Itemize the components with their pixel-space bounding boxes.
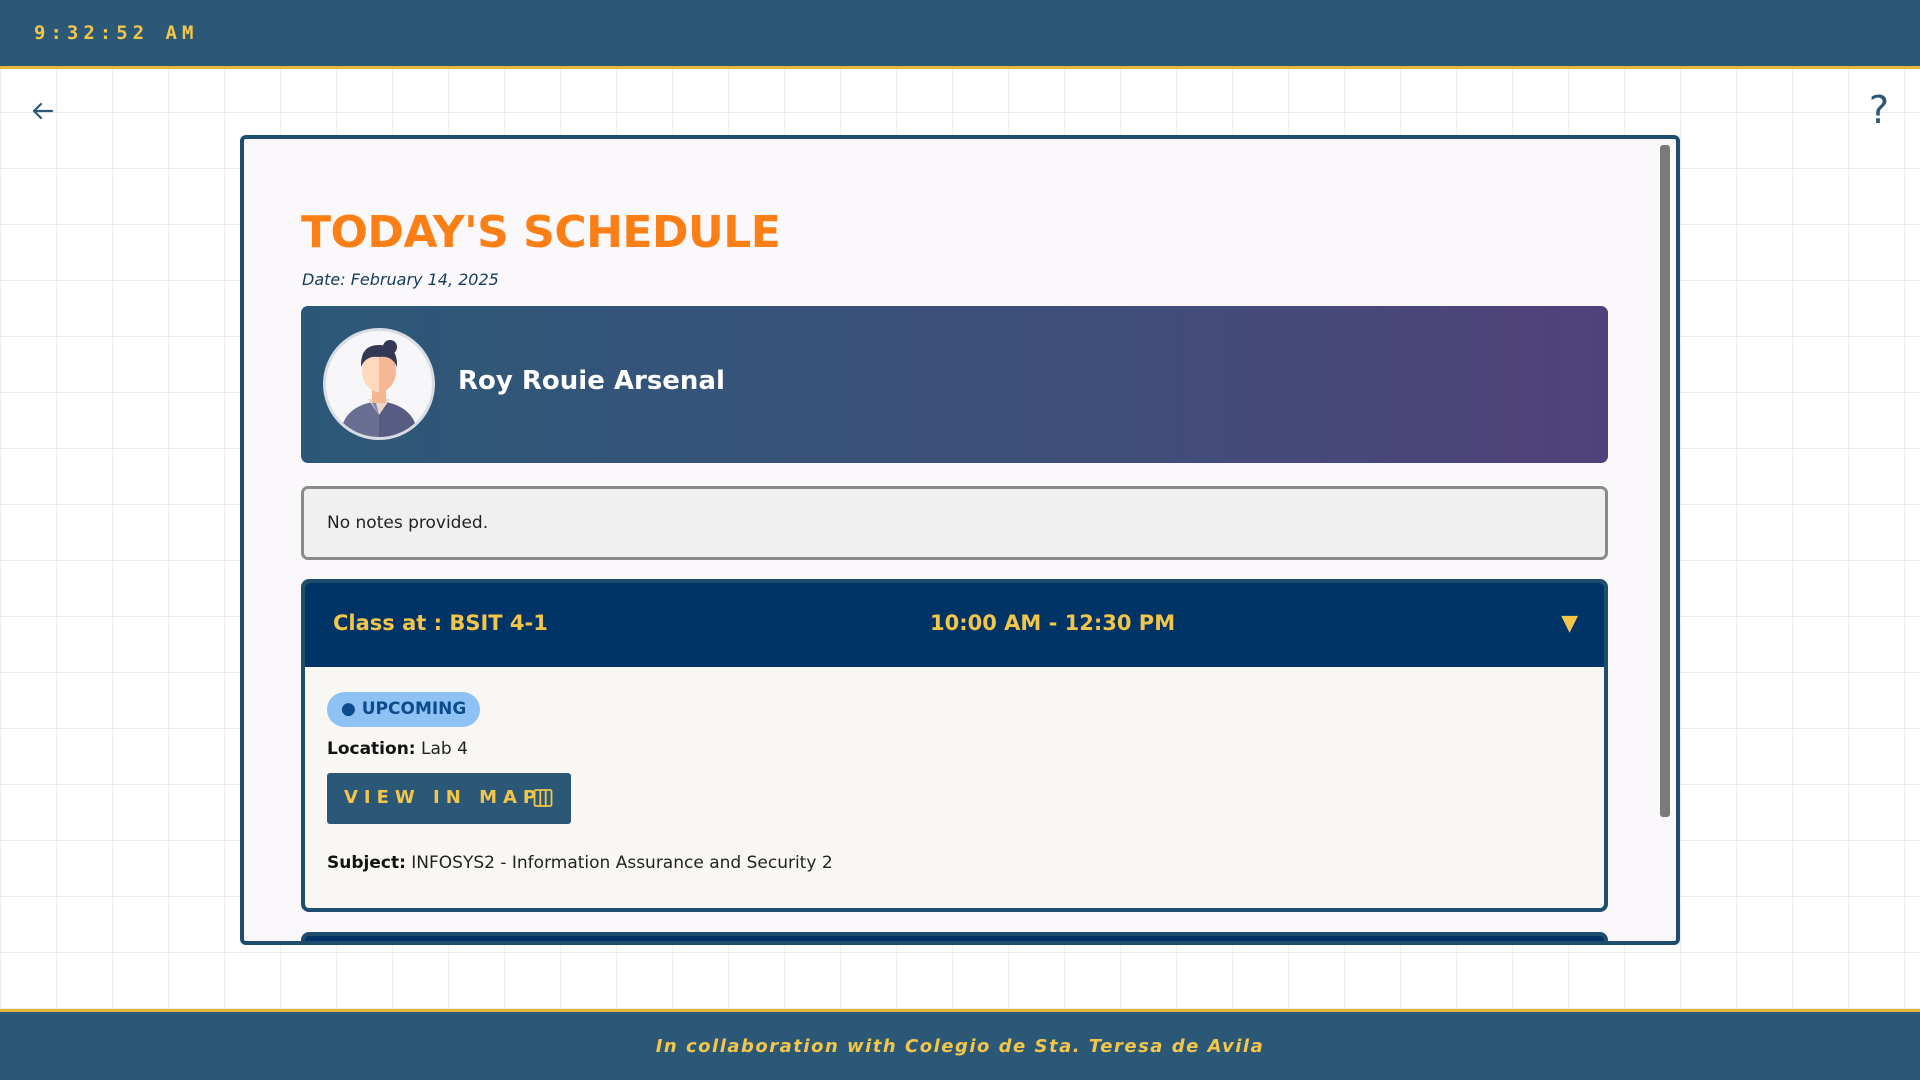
teacher-avatar-icon	[340, 340, 418, 437]
class-card-header[interactable]: Class at : BSIT 4-1 10:00 AM - 12:30 PM …	[305, 583, 1604, 667]
next-class-card[interactable]	[301, 932, 1608, 941]
class-card: Class at : BSIT 4-1 10:00 AM - 12:30 PM …	[301, 579, 1608, 912]
footer: In collaboration with Colegio de Sta. Te…	[0, 1009, 1920, 1080]
clock: 9:32:52 AM	[34, 22, 199, 44]
view-in-map-button[interactable]: VIEW IN MAP	[327, 773, 571, 824]
class-section: Class at : BSIT 4-1	[333, 611, 548, 635]
schedule-panel: TODAY'S SCHEDULE Date: February 14, 2025…	[240, 135, 1680, 945]
back-button[interactable]	[26, 94, 60, 128]
status-badge: ● UPCOMING	[327, 692, 481, 727]
collapse-toggle-icon[interactable]: ▼	[1561, 611, 1578, 636]
class-location: Location: Lab 4	[327, 739, 468, 759]
notes-text: No notes provided.	[327, 513, 489, 533]
help-button[interactable]: ?	[1862, 88, 1896, 132]
class-time: 10:00 AM - 12:30 PM	[930, 611, 1176, 635]
subject-label: Subject:	[327, 853, 406, 873]
location-label: Location:	[327, 739, 416, 759]
avatar	[323, 328, 435, 440]
subject-value: INFOSYS2 - Information Assurance and Sec…	[411, 853, 833, 873]
schedule-date: Date: February 14, 2025	[302, 270, 499, 289]
page-title: TODAY'S SCHEDULE	[301, 207, 781, 258]
teacher-name: Roy Rouie Arsenal	[458, 366, 725, 396]
location-value: Lab 4	[421, 739, 468, 759]
notes-box: No notes provided.	[301, 486, 1608, 560]
teacher-profile-card: Roy Rouie Arsenal	[301, 306, 1608, 463]
top-bar: 9:32:52 AM	[0, 0, 1920, 69]
footer-text: In collaboration with Colegio de Sta. Te…	[655, 1036, 1265, 1057]
scrollbar[interactable]	[1660, 145, 1670, 817]
map-icon	[533, 789, 553, 807]
view-in-map-label: VIEW IN MAP	[344, 787, 543, 808]
arrow-left-icon	[32, 102, 54, 120]
class-subject: Subject: INFOSYS2 - Information Assuranc…	[327, 853, 833, 873]
